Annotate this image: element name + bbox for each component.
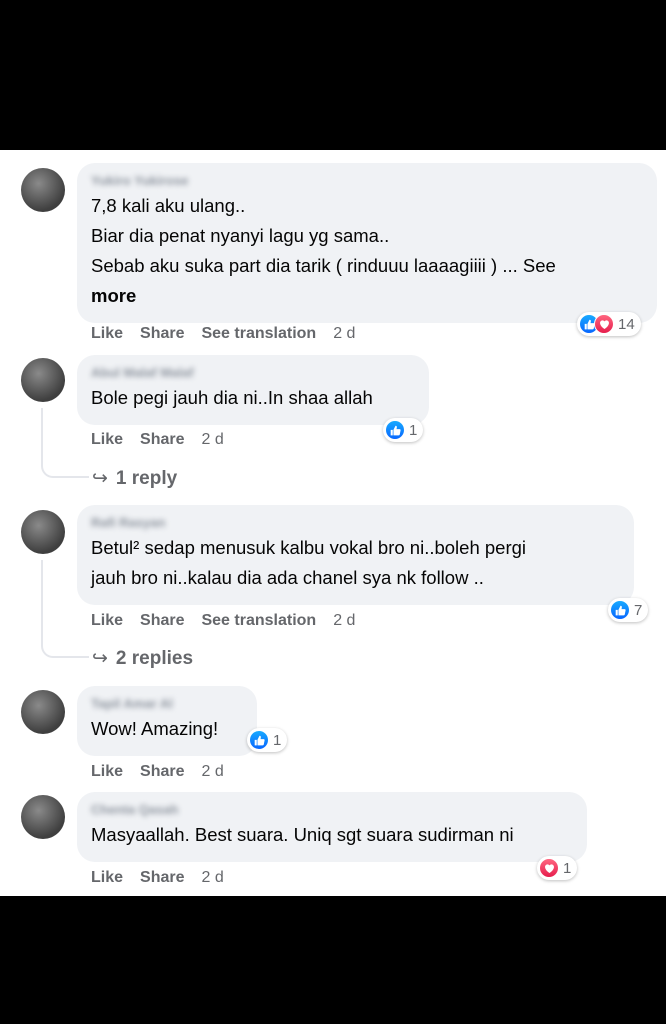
share-action[interactable]: Share — [140, 869, 184, 886]
like-icon — [385, 420, 405, 440]
comment-bubble: Abul Malaf Malaf Bole pegi jauh dia ni..… — [77, 355, 429, 425]
reaction-count: 1 — [563, 859, 572, 877]
thread-connector — [41, 638, 89, 658]
see-translation-action[interactable]: See translation — [201, 612, 316, 629]
comment-text: Betul² sedap menusuk kalbu vokal bro ni.… — [91, 533, 620, 593]
avatar[interactable] — [21, 690, 65, 734]
replies-count: 2 replies — [115, 648, 194, 669]
comments-panel: Yukiro Yukirose 7,8 kali aku ulang.. Bia… — [0, 150, 666, 896]
like-action[interactable]: Like — [91, 869, 123, 886]
view-replies-link[interactable]: ↪ 1 reply — [92, 467, 177, 490]
reaction-count: 1 — [409, 421, 418, 439]
like-action[interactable]: Like — [91, 431, 123, 448]
thread-connector — [41, 458, 89, 478]
share-action[interactable]: Share — [140, 431, 184, 448]
see-more-link[interactable]: more — [91, 281, 643, 311]
like-icon — [249, 730, 269, 750]
comment-line: Masyaallah. Best suara. Uniq sgt suara s… — [91, 824, 514, 845]
comment-actions: Like Share See translation 2 d — [91, 325, 372, 343]
share-action[interactable]: Share — [140, 612, 184, 629]
replies-count: 1 reply — [115, 468, 178, 489]
comment-text: Masyaallah. Best suara. Uniq sgt suara s… — [91, 820, 573, 850]
reaction-summary[interactable]: 1 — [383, 418, 424, 442]
like-action[interactable]: Like — [91, 612, 123, 629]
avatar[interactable] — [21, 168, 65, 212]
comment-text: Bole pegi jauh dia ni..In shaa allah — [91, 383, 415, 413]
avatar[interactable] — [21, 510, 65, 554]
comment-bubble: Chenta Qasah Masyaallah. Best suara. Uni… — [77, 792, 587, 862]
avatar[interactable] — [21, 795, 65, 839]
comment-time[interactable]: 2 d — [333, 325, 355, 342]
comment-bubble: Rafi Rasyan Betul² sedap menusuk kalbu v… — [77, 505, 634, 605]
share-action[interactable]: Share — [140, 325, 184, 342]
thread-connector — [41, 560, 43, 638]
like-action[interactable]: Like — [91, 763, 123, 780]
reaction-count: 1 — [273, 731, 282, 749]
comment-line: Biar dia penat nyanyi lagu yg sama.. — [91, 225, 390, 246]
reaction-summary[interactable]: 14 — [577, 312, 641, 336]
comment-author[interactable]: Abul Malaf Malaf — [91, 363, 415, 383]
comment-text: 7,8 kali aku ulang.. Biar dia penat nyan… — [91, 191, 643, 311]
comment-author[interactable]: Rafi Rasyan — [91, 513, 620, 533]
comment-time[interactable]: 2 d — [201, 869, 223, 886]
comment-author[interactable]: Yukiro Yukirose — [91, 171, 643, 191]
reply-arrow-icon: ↪ — [92, 468, 108, 489]
reaction-summary[interactable]: 1 — [247, 728, 288, 752]
comment-text: Wow! Amazing! — [91, 714, 243, 744]
reaction-count: 14 — [618, 315, 635, 333]
thread-connector — [41, 408, 43, 458]
comment-author[interactable]: Chenta Qasah — [91, 800, 573, 820]
comment-line: Wow! Amazing! — [91, 718, 219, 739]
reply-arrow-icon: ↪ — [92, 648, 108, 669]
love-icon — [539, 858, 559, 878]
comment-line: jauh bro ni..kalau dia ada chanel sya nk… — [91, 567, 484, 588]
comment-actions: Like Share 2 d — [91, 431, 241, 449]
reaction-summary[interactable]: 1 — [537, 856, 578, 880]
comment-bubble: Yukiro Yukirose 7,8 kali aku ulang.. Bia… — [77, 163, 657, 323]
comment-line: Betul² sedap menusuk kalbu vokal bro ni.… — [91, 537, 527, 558]
share-action[interactable]: Share — [140, 763, 184, 780]
comment-time[interactable]: 2 d — [333, 612, 355, 629]
comment-time[interactable]: 2 d — [201, 431, 223, 448]
reaction-summary[interactable]: 7 — [608, 598, 649, 622]
like-action[interactable]: Like — [91, 325, 123, 342]
reaction-count: 7 — [634, 601, 643, 619]
view-replies-link[interactable]: ↪ 2 replies — [92, 647, 193, 670]
comment-actions: Like Share 2 d — [91, 869, 241, 887]
comment-actions: Like Share See translation 2 d — [91, 612, 372, 630]
love-icon — [594, 314, 614, 334]
comment-line: Sebab aku suka part dia tarik ( rinduuu … — [91, 255, 556, 276]
comment-author[interactable]: Tapil Amar Al — [91, 694, 243, 714]
comment-line: Bole pegi jauh dia ni..In shaa allah — [91, 387, 373, 408]
comment-actions: Like Share 2 d — [91, 763, 241, 781]
comment-time[interactable]: 2 d — [201, 763, 223, 780]
avatar[interactable] — [21, 358, 65, 402]
comment-line: 7,8 kali aku ulang.. — [91, 195, 246, 216]
see-translation-action[interactable]: See translation — [201, 325, 316, 342]
like-icon — [610, 600, 630, 620]
comment-bubble: Tapil Amar Al Wow! Amazing! — [77, 686, 257, 756]
